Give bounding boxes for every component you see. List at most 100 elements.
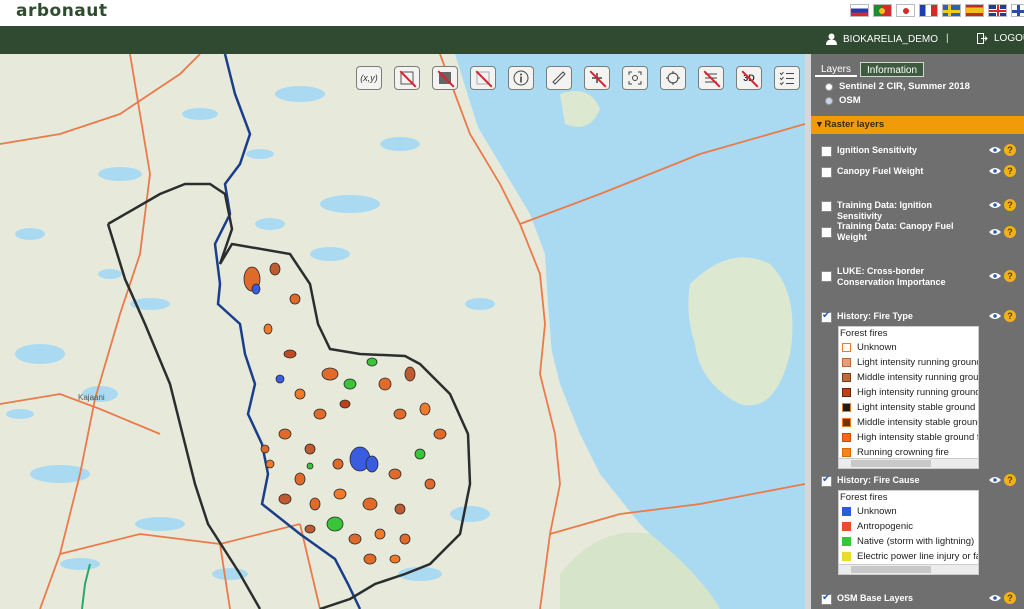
eye-icon[interactable] [989,272,1001,280]
layer-canopy: Canopy Fuel Weight ? [821,165,1021,178]
layer-label: History: Fire Cause [837,475,920,485]
help-icon[interactable]: ? [1004,474,1016,486]
scrollbar-thumb[interactable] [851,566,931,573]
checkbox-fire-type[interactable] [821,310,832,323]
france-flag[interactable] [919,4,938,17]
checkbox-training-ignition[interactable] [821,201,832,212]
legend-scrollbar[interactable] [839,564,978,574]
eye-icon[interactable] [989,228,1001,236]
eye-icon[interactable] [989,201,1001,209]
legend-label: Antropogenic [857,521,913,532]
legend-item: Antropogenic [839,519,978,534]
russia-flag[interactable] [850,4,869,17]
legend-swatch [842,358,851,367]
legend-scrollbar[interactable] [839,458,978,468]
legend-item: Light intensity stable ground fire [839,400,978,415]
base-layer-label: Sentinel 2 CIR, Summer 2018 [839,81,970,92]
help-icon[interactable]: ? [1004,592,1016,604]
checkbox-canopy[interactable] [821,167,832,178]
checkbox-osm-base[interactable] [821,592,832,605]
eye-icon[interactable] [989,594,1001,602]
checkbox-luke[interactable] [821,271,832,282]
finland-flag[interactable] [1011,4,1024,17]
place-label-kajaani: Kajaani [78,393,105,402]
3d-disabled-tool[interactable]: 3D [736,66,762,90]
checkbox-ignition[interactable] [821,146,832,157]
japan-flag[interactable] [896,4,915,17]
top-bar: arbonaut [0,0,1024,26]
help-icon[interactable]: ? [1004,270,1016,282]
checkbox-training-canopy[interactable] [821,227,832,238]
measure-disabled-tool[interactable] [394,66,420,90]
raster-layers-header[interactable]: ▾ Raster layers [811,116,1024,134]
map-view[interactable]: Kajaani (x,y) 3D [0,54,805,609]
legend-label: Light intensity stable ground fire [857,402,979,413]
radio-sentinel[interactable] [825,82,833,91]
table-disabled-tool[interactable] [698,66,724,90]
legend-swatch [842,522,851,531]
radio-osm[interactable] [825,96,833,105]
basemap: Kajaani [0,54,805,609]
eye-icon[interactable] [989,146,1001,154]
help-icon[interactable]: ? [1004,165,1016,177]
layer-panel: Layers Information Sentinel 2 CIR, Summe… [805,54,1024,609]
legend-swatch [842,388,851,397]
logout-icon [977,33,988,44]
layer-disabled-tool[interactable] [432,66,458,90]
checkbox-fire-cause[interactable] [821,474,832,487]
base-layer-label: OSM [839,95,861,106]
uk-flag[interactable] [988,4,1007,17]
layer-label: History: Fire Type [837,311,913,321]
coordinates-tool[interactable]: (x,y) [356,66,382,90]
legend-swatch [842,343,851,352]
add-disabled-tool[interactable] [584,66,610,90]
panel-splitter[interactable] [805,54,811,609]
logout-button[interactable]: LOGOUT [977,33,1024,44]
tab-layers[interactable]: Layers [815,62,858,77]
layer-label: OSM Base Layers [837,593,914,603]
user-menu[interactable]: BIOKARELIA_DEMO [826,33,938,45]
draw-disabled-tool[interactable] [470,66,496,90]
locate-tool[interactable] [660,66,686,90]
info-tool[interactable] [508,66,534,90]
legend-item: Middle intensity running ground fire [839,370,978,385]
legend-tool[interactable] [774,66,800,90]
legend-swatch [842,418,851,427]
layer-luke: LUKE: Cross-border Conservation Importan… [821,266,1021,288]
ruler-icon [552,71,566,85]
tab-information[interactable]: Information [860,62,925,77]
legend-title: Forest fires [840,492,888,503]
layer-training-ignition: Training Data: Ignition Sensitivity ? [821,199,1021,222]
zoom-extent-tool[interactable] [622,66,648,90]
portugal-flag[interactable] [873,4,892,17]
legend-swatch [842,537,851,546]
eye-icon[interactable] [989,312,1001,320]
layer-ignition: Ignition Sensitivity ? [821,144,1021,157]
legend-swatch [842,403,851,412]
help-icon[interactable]: ? [1004,144,1016,156]
scrollbar-thumb[interactable] [851,460,931,467]
app-logo[interactable]: arbonaut [16,1,108,21]
help-icon[interactable]: ? [1004,310,1016,322]
fire-type-legend: Forest fires Unknown Light intensity runn… [838,326,979,469]
base-layer-osm[interactable]: OSM [825,95,861,106]
legend-label: Electric power line injury or fault [857,551,979,562]
map-toolbar: (x,y) 3D [356,66,800,90]
help-icon[interactable]: ? [1004,199,1016,211]
layer-fire-cause: History: Fire Cause ? [821,474,1021,487]
layer-label: Canopy Fuel Weight [837,166,924,176]
base-layer-sentinel[interactable]: Sentinel 2 CIR, Summer 2018 [825,81,970,92]
legend-swatch [842,373,851,382]
sweden-flag[interactable] [942,4,961,17]
legend-label: Native (storm with lightning) [857,536,975,547]
spain-flag[interactable] [965,4,984,17]
eye-icon[interactable] [989,476,1001,484]
legend-title: Forest fires [840,328,888,339]
help-icon[interactable]: ? [1004,226,1016,238]
panel-tabs: Layers Information [815,62,925,77]
eye-icon[interactable] [989,167,1001,175]
legend-item: Light intensity running ground fire [839,355,978,370]
logout-label: LOGOUT [994,33,1024,44]
layer-training-canopy: Training Data: Canopy Fuel Weight ? [821,221,1021,243]
ruler-tool[interactable] [546,66,572,90]
